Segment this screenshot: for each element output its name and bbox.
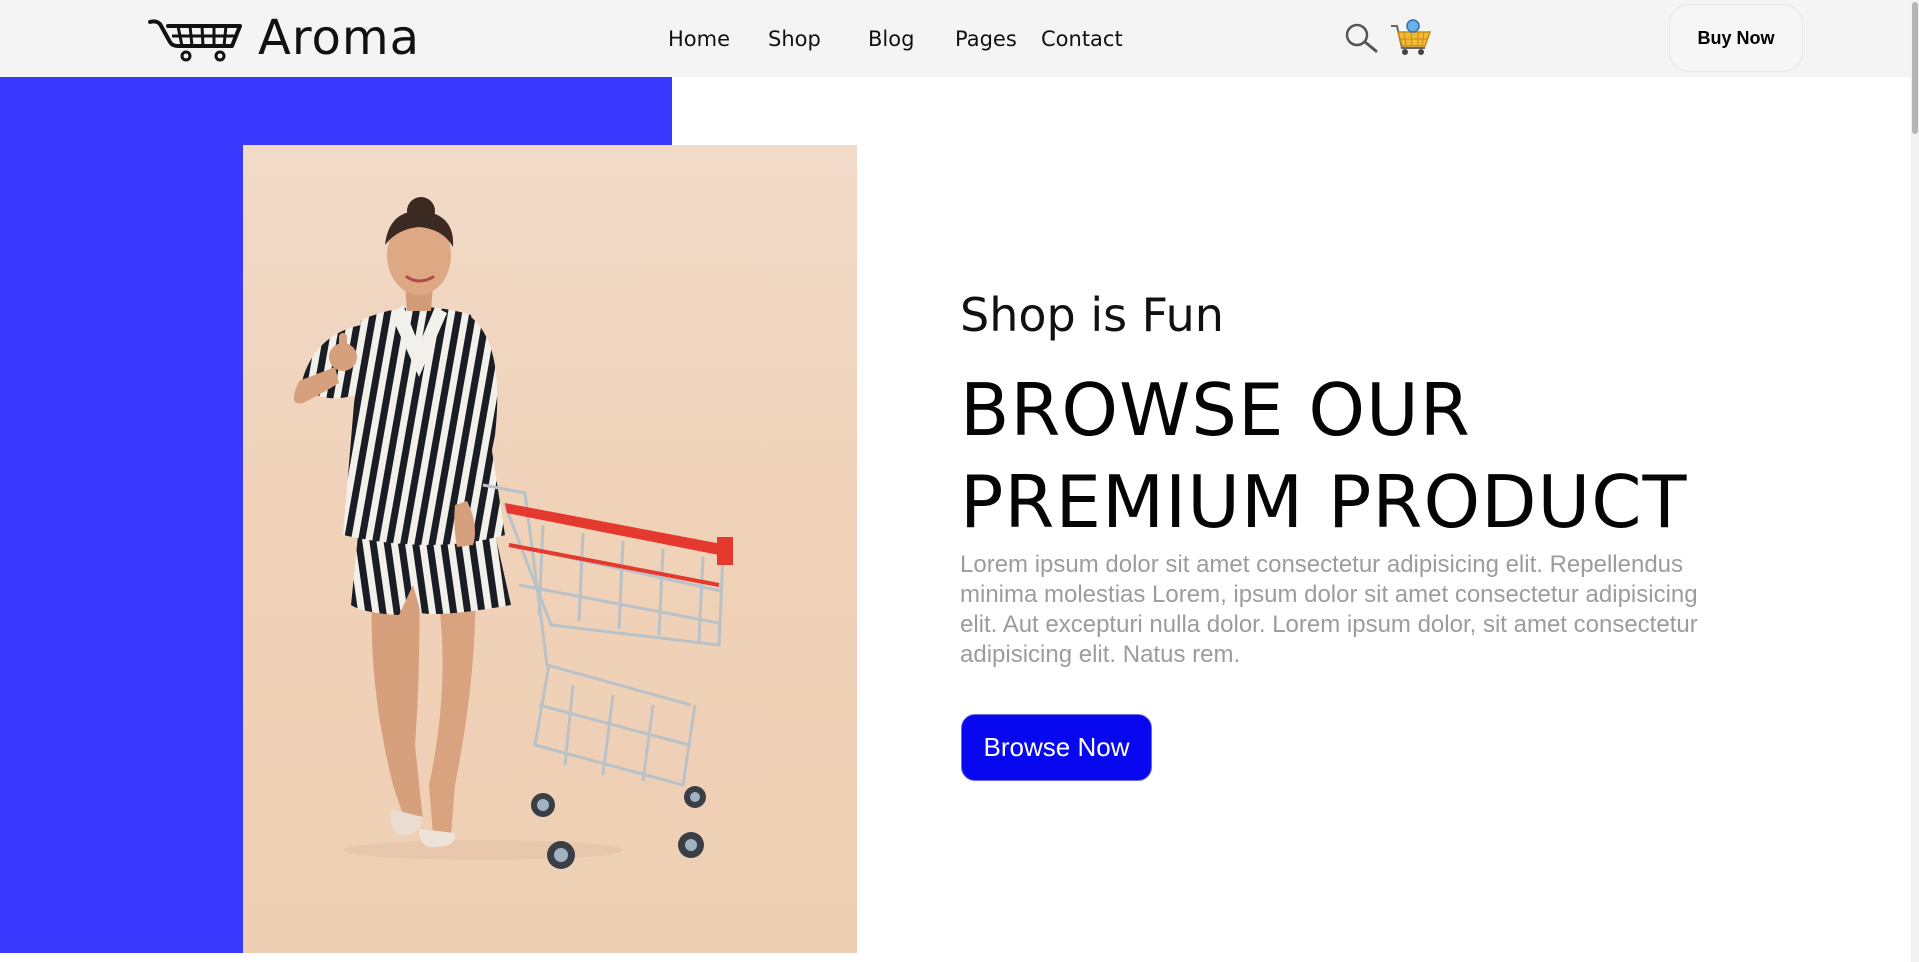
hero-subtitle: Shop is Fun xyxy=(960,288,1224,342)
woman-with-shopping-cart-photo xyxy=(243,145,857,953)
nav-item-shop[interactable]: Shop xyxy=(768,24,821,54)
hero-headline: BROWSE OUR PREMIUM PRODUCT xyxy=(960,364,1688,548)
shopping-basket-icon[interactable] xyxy=(1389,18,1433,58)
site-header: Aroma Home Shop Blog Pages Contact Buy N… xyxy=(0,0,1919,77)
search-icon[interactable] xyxy=(1343,22,1379,54)
hero-description: Lorem ipsum dolor sit amet consectetur a… xyxy=(960,551,1698,668)
shopping-cart-icon xyxy=(148,19,242,62)
nav-item-contact[interactable]: Contact xyxy=(1041,24,1123,54)
page-scrollbar[interactable] xyxy=(1911,0,1919,962)
nav-item-home[interactable]: Home xyxy=(668,24,730,54)
browse-now-button[interactable]: Browse Now xyxy=(961,714,1152,781)
hero-illustration xyxy=(293,197,733,869)
buy-now-button[interactable]: Buy Now xyxy=(1669,4,1803,72)
hero-headline-line-1: BROWSE OUR xyxy=(960,368,1471,452)
brand-logo[interactable]: Aroma xyxy=(148,10,420,66)
brand-name: Aroma xyxy=(258,10,421,66)
hero-headline-line-2: PREMIUM PRODUCT xyxy=(960,460,1688,544)
scrollbar-thumb[interactable] xyxy=(1912,2,1918,134)
nav-item-blog[interactable]: Blog xyxy=(868,24,914,54)
nav-item-pages[interactable]: Pages xyxy=(955,24,1017,54)
